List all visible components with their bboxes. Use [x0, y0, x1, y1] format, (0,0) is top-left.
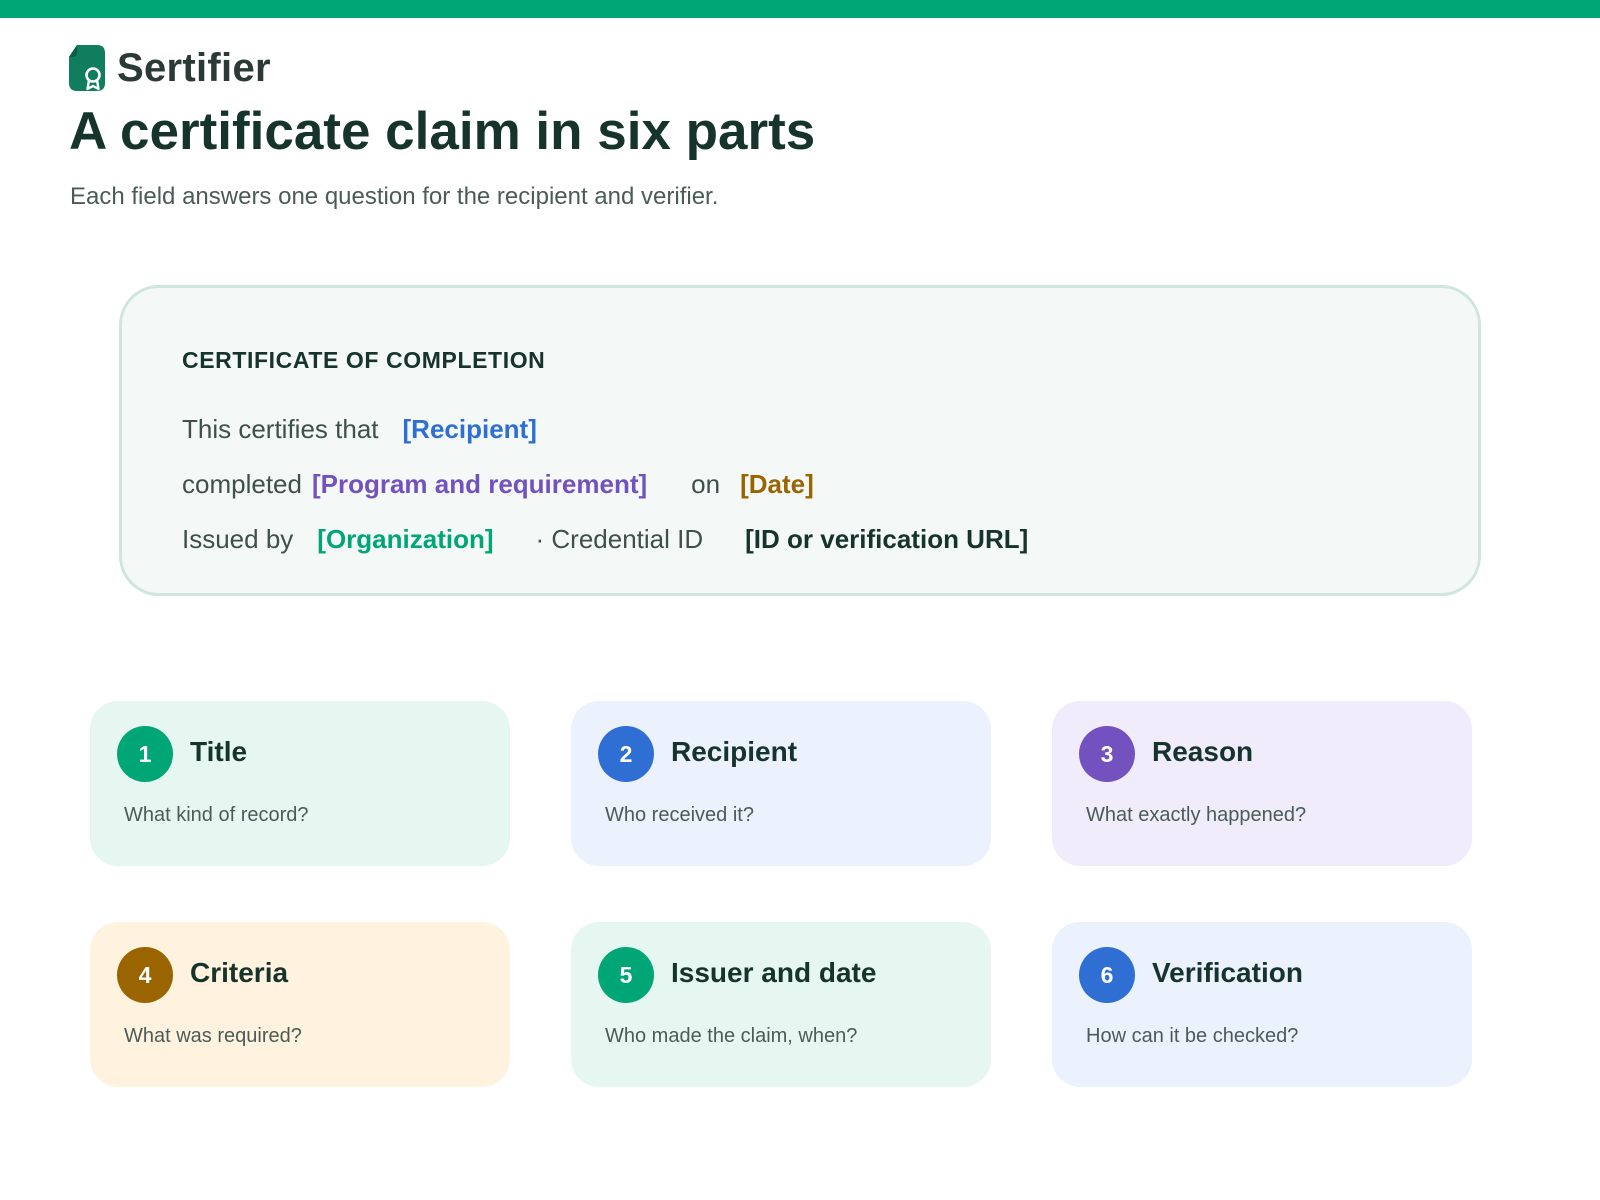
field-title: Title	[190, 736, 248, 767]
field-card-title: 1 Title What kind of record?	[90, 701, 510, 866]
line-text: This certifies that	[182, 414, 379, 444]
field-question: What exactly happened?	[1086, 804, 1307, 826]
field-title: Issuer and date	[671, 957, 877, 988]
field-card-issuer-and-date: 5 Issuer and date Who made the claim, wh…	[571, 922, 991, 1087]
certificate-heading: CERTIFICATE OF COMPLETION	[182, 347, 546, 373]
number-badge: 6	[1079, 947, 1135, 1003]
program-placeholder: [Program and requirement]	[311, 469, 648, 499]
certificate-line-recipient: This certifies that [Recipient]	[182, 411, 537, 447]
recipient-placeholder: [Recipient]	[402, 414, 537, 444]
certificate-line-program: completed [Program and requirement] on [Dat…	[182, 466, 814, 502]
field-question: How can it be checked?	[1086, 1025, 1299, 1047]
certificate-ribbon-icon	[69, 45, 105, 91]
field-question: Who made the claim, when?	[605, 1025, 858, 1047]
certificate-line-issuer: Issued by [Organization] · Credential ID [I…	[182, 521, 1028, 557]
date-placeholder: [Date]	[740, 469, 814, 499]
certificate-preview: CERTIFICATE OF COMPLETION This certifies…	[119, 285, 1481, 596]
top-accent-bar	[0, 0, 1600, 18]
field-title: Verification	[1152, 957, 1303, 988]
organization-placeholder: [Organization]	[317, 524, 494, 554]
page-subtitle: Each field answers one question for the …	[70, 183, 719, 210]
field-question: Who received it?	[605, 804, 754, 826]
line-text: completed	[182, 469, 302, 499]
page-title: A certificate claim in six parts	[69, 102, 816, 161]
field-title: Recipient	[671, 736, 798, 767]
field-question: What kind of record?	[124, 804, 309, 826]
field-title: Reason	[1152, 736, 1254, 767]
credential-placeholder: [ID or verification URL]	[745, 524, 1029, 554]
field-question: What was required?	[124, 1025, 302, 1047]
field-card-criteria: 4 Criteria What was required?	[90, 922, 510, 1087]
number-badge: 2	[598, 726, 654, 782]
line-text: Issued by	[182, 524, 294, 554]
number-badge: 1	[117, 726, 173, 782]
on-text: on	[691, 469, 721, 499]
number-badge: 3	[1079, 726, 1135, 782]
field-card-recipient: 2 Recipient Who received it?	[571, 701, 991, 866]
number-badge: 4	[117, 947, 173, 1003]
field-card-verification: 6 Verification How can it be checked?	[1052, 922, 1472, 1087]
brand-logo: Sertifier	[69, 44, 271, 92]
field-title: Criteria	[190, 957, 289, 988]
brand-name: Sertifier	[117, 46, 271, 90]
credential-label: · Credential ID	[535, 524, 704, 554]
field-card-reason: 3 Reason What exactly happened?	[1052, 701, 1472, 866]
number-badge: 5	[598, 947, 654, 1003]
